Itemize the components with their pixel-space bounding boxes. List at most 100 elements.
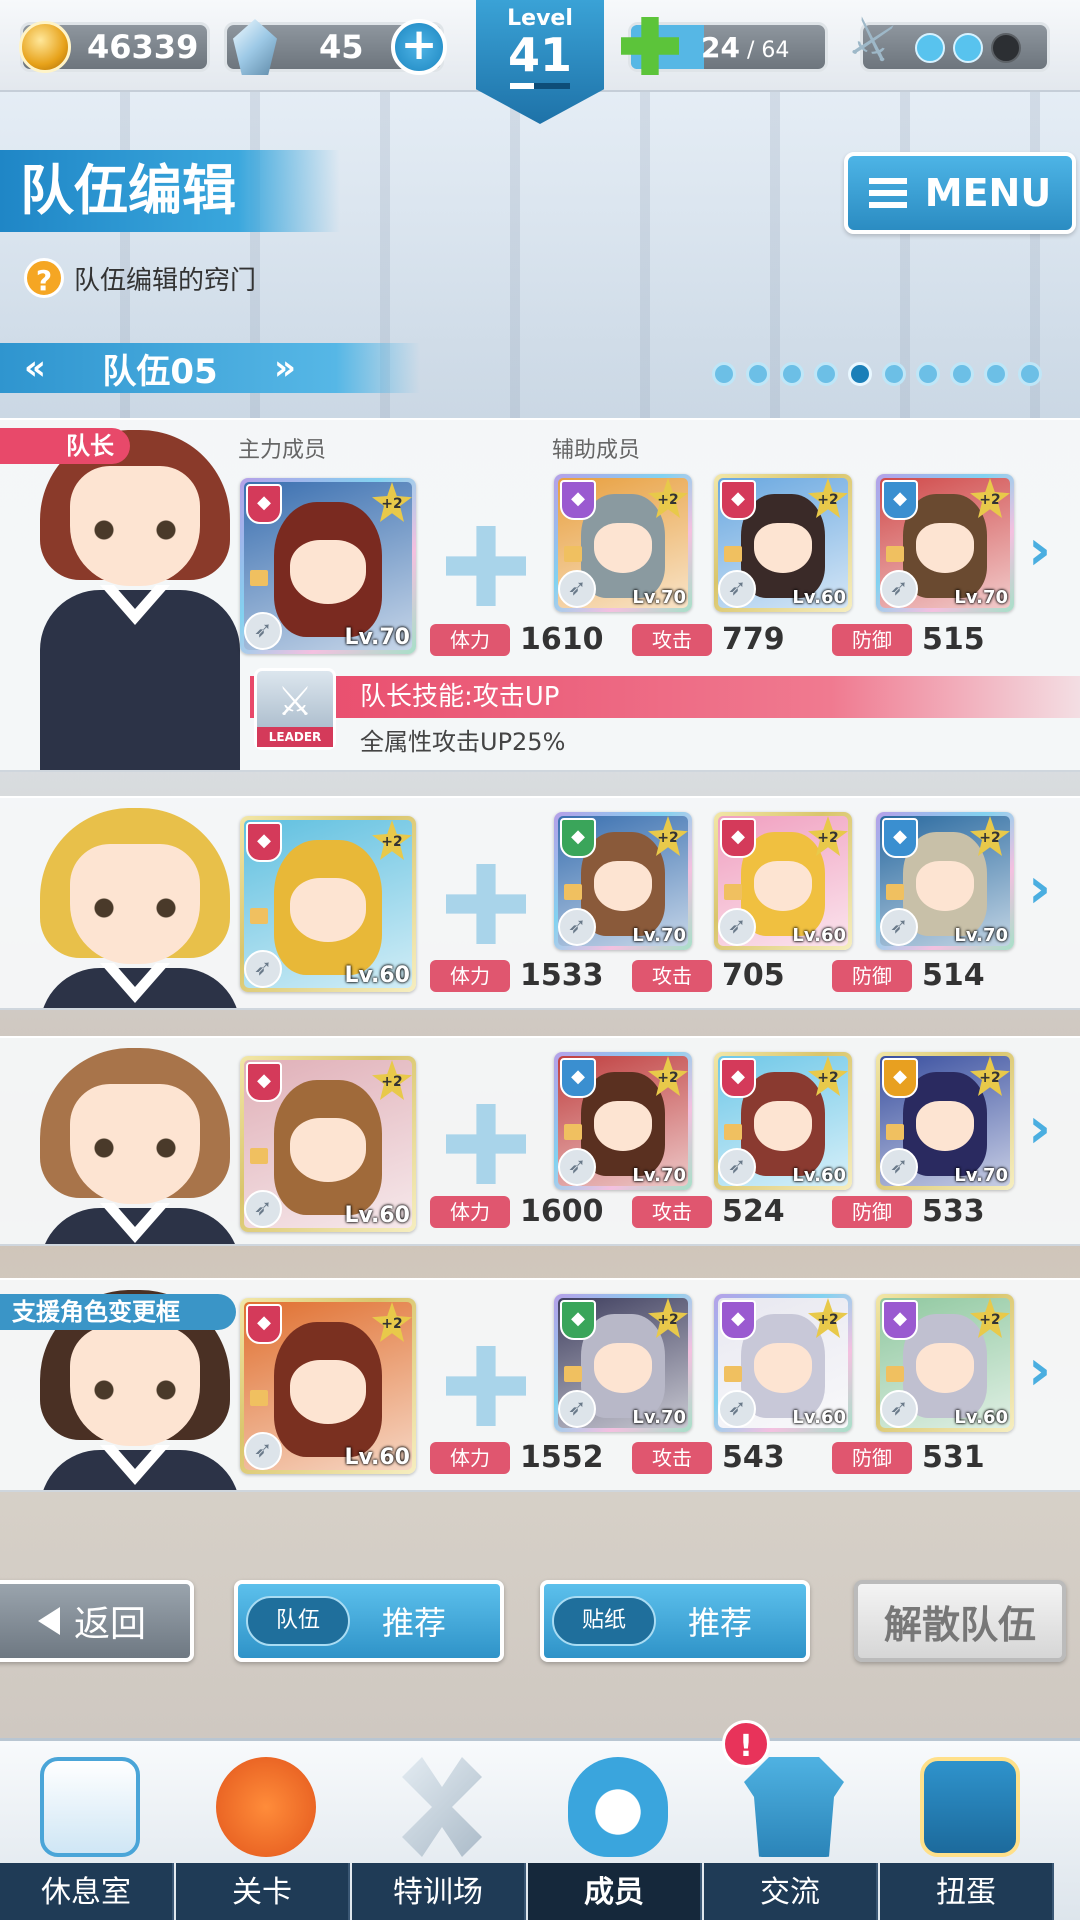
weapon-icon: ➶ [880, 1148, 918, 1186]
stat-label: 防御 [832, 1441, 912, 1474]
battle-charge-counter: ⚔ [842, 6, 1050, 76]
buy-gems-button[interactable]: + [391, 19, 447, 75]
main-member-card[interactable]: ◆ +2 ➶ Lv.70 [240, 478, 416, 654]
card-level: Lv.70 [632, 1407, 686, 1428]
stamina-max: / 64 [739, 37, 790, 63]
nav-item-4[interactable]: 成员 [528, 1741, 702, 1920]
stat-label: 攻击 [632, 1195, 712, 1228]
stat-value: 531 [922, 1440, 985, 1475]
team-page-dot[interactable] [712, 362, 736, 386]
leader-skill-bar[interactable]: 队长技能:攻击UP [250, 676, 1080, 718]
main-member-card[interactable]: ◆ +2 ➶ Lv.60 [240, 1056, 416, 1232]
attribute-icon: ◆ [246, 1304, 282, 1344]
stat-def: 防御 531 [832, 1440, 985, 1475]
demon-mask-icon [216, 1757, 316, 1857]
row-detail-arrow-icon[interactable]: › [1028, 1096, 1051, 1161]
support-member-card[interactable]: ◆ +2 ➶ Lv.60 [714, 1294, 852, 1432]
top-status-bar: 46339 45 + Level 41 24 / 64 ⚔ [0, 0, 1080, 124]
nav-item-3[interactable]: 特训场 [352, 1741, 526, 1920]
nav-item-label: 扭蛋 [880, 1863, 1054, 1920]
portrait-eyes [92, 1380, 178, 1400]
team-page-dot[interactable] [882, 362, 906, 386]
main-member-card[interactable]: ◆ +2 ➶ Lv.60 [240, 816, 416, 992]
lock-icon [724, 1365, 742, 1382]
coin-icon [19, 21, 71, 73]
support-member-card[interactable]: ◆ +2 ➶ Lv.70 [876, 1052, 1014, 1190]
team-page-dot[interactable] [1018, 362, 1042, 386]
team-page-dot[interactable] [984, 362, 1008, 386]
nav-item-label: 成员 [528, 1863, 702, 1920]
nav-item-5[interactable]: 交流 [704, 1741, 878, 1920]
stat-hp: 体力 1610 [430, 622, 604, 657]
support-member-card[interactable]: ◆ +2 ➶ Lv.70 [554, 1052, 692, 1190]
team-recommend-button[interactable]: 队伍 推荐 [234, 1580, 504, 1662]
attribute-icon: ◆ [246, 822, 282, 862]
disband-label: 解散队伍 [883, 1602, 1036, 1647]
lock-icon [724, 1123, 742, 1140]
weapon-icon: ➶ [244, 950, 282, 988]
weapon-icon: ➶ [718, 1148, 756, 1186]
character-illustration [274, 1322, 382, 1457]
row-detail-arrow-icon[interactable]: › [1028, 856, 1051, 921]
weapon-icon: ➶ [718, 908, 756, 946]
card-level: Lv.70 [632, 587, 686, 608]
exp-bar [510, 83, 570, 89]
nav-item-1[interactable]: 休息室 [0, 1741, 174, 1920]
lock-icon [250, 1147, 268, 1164]
support-member-card[interactable]: ◆ +2 ➶ Lv.60 [876, 1294, 1014, 1432]
team-page-dot[interactable] [916, 362, 940, 386]
support-member-card[interactable]: ◆ +2 ➶ Lv.60 [714, 1052, 852, 1190]
nav-item-2[interactable]: 关卡 [176, 1741, 350, 1920]
row-detail-arrow-icon[interactable]: › [1028, 518, 1051, 583]
attribute-icon: ◆ [246, 1062, 282, 1102]
lock-icon [564, 1365, 582, 1382]
support-member-card[interactable]: ◆ +2 ➶ Lv.60 [714, 812, 852, 950]
charge-dot [991, 33, 1021, 63]
team-selector: « 队伍05 » [0, 343, 420, 393]
question-icon: ? [24, 258, 64, 298]
support-member-card[interactable]: ◆ +2 ➶ Lv.70 [554, 812, 692, 950]
nav-item-6[interactable]: 扭蛋 [880, 1741, 1054, 1920]
lock-icon [886, 883, 904, 900]
disband-team-button[interactable]: 解散队伍 [854, 1580, 1066, 1662]
team-page-dot[interactable] [746, 362, 770, 386]
back-button[interactable]: 返回 [0, 1580, 194, 1662]
support-member-card[interactable]: ◆ +2 ➶ Lv.60 [714, 474, 852, 612]
attribute-icon: ◆ [246, 484, 282, 524]
sticker-recommend-sub-label: 贴纸 [552, 1596, 656, 1646]
support-member-card[interactable]: ◆ +2 ➶ Lv.70 [554, 474, 692, 612]
lock-icon [886, 545, 904, 562]
exp-bar-fill [510, 83, 534, 89]
menu-button[interactable]: MENU [844, 152, 1076, 234]
prev-team-button[interactable]: « [0, 348, 70, 388]
stat-atk: 攻击 705 [632, 958, 785, 993]
team-page-indicator [712, 362, 1042, 386]
sticker-recommend-button[interactable]: 贴纸 推荐 [540, 1580, 810, 1662]
gem-value: 45 [319, 28, 364, 66]
support-member-card[interactable]: ◆ +2 ➶ Lv.70 [876, 812, 1014, 950]
stat-value: 1533 [520, 958, 604, 993]
portrait-eyes [92, 1138, 178, 1158]
card-level: Lv.70 [344, 625, 410, 650]
next-team-button[interactable]: » [250, 348, 320, 388]
weapon-icon: ➶ [244, 612, 282, 650]
support-member-card[interactable]: ◆ +2 ➶ Lv.70 [876, 474, 1014, 612]
attribute-icon: ◆ [882, 818, 918, 858]
team-tips-link[interactable]: ? 队伍编辑的窍门 [24, 256, 256, 300]
card-level: Lv.70 [954, 1165, 1008, 1186]
sword-icon: ⚔ [277, 679, 313, 725]
stat-atk: 攻击 779 [632, 622, 785, 657]
card-level: Lv.70 [954, 925, 1008, 946]
weapon-icon: ➶ [558, 570, 596, 608]
team-page-dot[interactable] [950, 362, 974, 386]
row-detail-arrow-icon[interactable]: › [1028, 1338, 1051, 1403]
main-member-card[interactable]: ◆ +2 ➶ Lv.60 [240, 1298, 416, 1474]
team-page-dot[interactable] [814, 362, 838, 386]
team-page-dot[interactable] [848, 362, 872, 386]
card-level: Lv.70 [632, 925, 686, 946]
support-member-card[interactable]: ◆ +2 ➶ Lv.70 [554, 1294, 692, 1432]
team-page-dot[interactable] [780, 362, 804, 386]
coin-counter: 46339 [19, 21, 210, 73]
character-portrait [30, 420, 240, 770]
hamburger-icon [868, 178, 907, 208]
